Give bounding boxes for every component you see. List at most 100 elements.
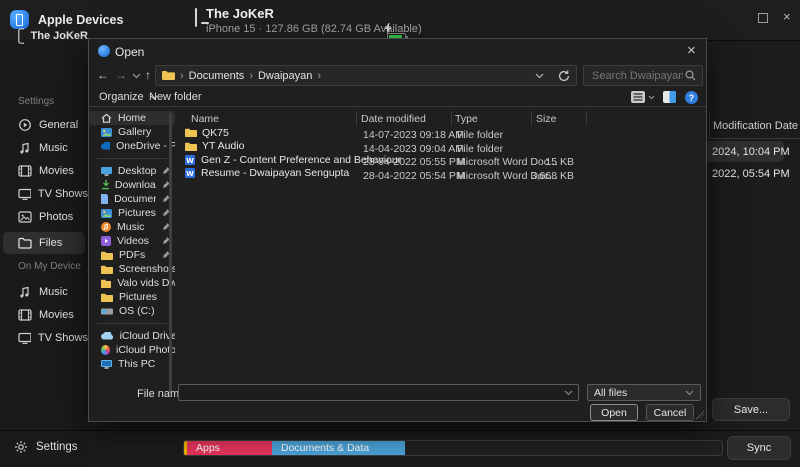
column-header-name[interactable]: Name	[191, 113, 219, 125]
downloads-icon	[101, 180, 109, 190]
breadcrumb-dwaipayan[interactable]: Dwaipayan	[258, 70, 312, 82]
search-icon	[685, 70, 696, 81]
place-item-desktop[interactable]: Desktop	[89, 164, 175, 178]
modification-date-column-header[interactable]: Modification Date	[713, 120, 798, 132]
forward-button[interactable]: →	[115, 68, 127, 82]
app-window: Apple Devices The JoKeR iPhone 15 · 127.…	[0, 0, 800, 467]
file-name: QK75	[202, 127, 229, 139]
place-item-valo-vids[interactable]: Valo vids Dwai	[89, 276, 175, 290]
sidebar-item-label: Music	[39, 286, 68, 298]
column-divider[interactable]	[586, 111, 587, 126]
column-divider[interactable]	[451, 111, 452, 126]
sidebar-item-label: General	[39, 119, 78, 131]
breadcrumb-separator: ›	[312, 70, 326, 82]
title-bar: Apple Devices The JoKeR iPhone 15 · 127.…	[0, 0, 800, 41]
place-item-this-pc[interactable]: This PC	[89, 357, 175, 371]
save-button[interactable]: Save...	[712, 398, 790, 421]
help-icon[interactable]: ?	[685, 91, 698, 104]
sidebar-item-label: Music	[39, 142, 68, 154]
column-header-size[interactable]: Size	[536, 113, 556, 125]
open-button[interactable]: Open	[590, 404, 638, 421]
place-item-home[interactable]: Home	[89, 111, 175, 125]
maximize-button[interactable]	[758, 13, 768, 23]
sidebar-item-photos[interactable]: Photos	[0, 206, 88, 228]
folder-icon	[101, 251, 113, 260]
breadcrumb-documents[interactable]: Documents	[189, 70, 245, 82]
place-item-music[interactable]: Music	[89, 220, 175, 234]
file-row-qk75[interactable]: QK75	[185, 126, 229, 140]
sidebar-item-music[interactable]: Music	[0, 137, 88, 159]
file-type-value: All files	[594, 387, 627, 399]
pictures-icon	[101, 209, 112, 218]
file-name-input[interactable]	[179, 387, 564, 399]
column-header-date-modified[interactable]: Date modified	[361, 113, 426, 125]
cancel-button[interactable]: Cancel	[646, 404, 694, 421]
place-item-videos[interactable]: Videos	[89, 234, 175, 248]
search-input[interactable]	[590, 69, 685, 83]
recent-locations-chevron-icon[interactable]	[132, 73, 141, 79]
file-row-yt-audio[interactable]: YT Audio	[185, 140, 244, 154]
view-dropdown-chevron-icon[interactable]	[648, 95, 655, 100]
sidebar-item-files[interactable]: Files	[3, 232, 85, 254]
icloud-photos-icon	[101, 345, 110, 355]
storage-segment-label: Documents & Data	[281, 442, 369, 454]
place-item-icloud-photos[interactable]: iCloud Photos	[89, 343, 175, 357]
refresh-icon[interactable]	[558, 70, 570, 82]
address-dropdown-chevron-icon[interactable]	[535, 73, 544, 79]
place-item-icloud-drive[interactable]: iCloud Drive	[89, 329, 175, 343]
file-name-dropdown-chevron-icon[interactable]	[564, 390, 573, 396]
tv-icon	[18, 332, 31, 344]
place-label: OneDrive - Persor	[116, 140, 175, 152]
tv-icon	[18, 188, 31, 200]
gear-icon[interactable]	[14, 440, 28, 457]
back-button[interactable]: ←	[97, 68, 109, 82]
preview-pane-icon[interactable]	[663, 91, 676, 103]
sidebar-device-item[interactable]: The JoKeR	[0, 25, 88, 47]
sidebar-item-label: Movies	[39, 165, 74, 177]
file-row-date: 2024, 10:04 PM	[712, 146, 790, 158]
sync-button[interactable]: Sync	[727, 436, 791, 460]
place-item-gallery[interactable]: Gallery	[89, 125, 175, 139]
places-scrollbar[interactable]	[169, 113, 172, 393]
sidebar-item-general[interactable]: General	[0, 114, 88, 136]
place-item-downloads[interactable]: Downloads	[89, 178, 175, 192]
icloud-icon	[101, 332, 114, 340]
sidebar-item-music-device[interactable]: Music	[0, 281, 88, 303]
column-divider[interactable]	[356, 111, 357, 126]
documents-icon	[101, 194, 108, 204]
section-header-settings: Settings	[18, 96, 54, 107]
storage-segment-label: Apps	[196, 442, 220, 454]
sidebar-item-tv-shows-device[interactable]: TV Shows	[0, 327, 88, 349]
sidebar-item-movies-device[interactable]: Movies	[0, 304, 88, 326]
search-box[interactable]	[583, 65, 703, 86]
svg-text:W: W	[186, 170, 194, 178]
file-row-resume[interactable]: W Resume - Dwaipayan Sengupta	[185, 167, 349, 181]
place-item-os-c[interactable]: OS (C:)	[89, 304, 175, 318]
place-item-documents[interactable]: Documents	[89, 192, 175, 206]
photo-icon	[18, 211, 32, 223]
address-bar[interactable]: › Documents › Dwaipayan ›	[155, 65, 577, 86]
place-item-pdfs[interactable]: PDFs	[89, 248, 175, 262]
file-type: File folder	[457, 143, 503, 155]
place-item-onedrive[interactable]: OneDrive - Persor	[89, 139, 175, 153]
column-header-type[interactable]: Type	[455, 113, 478, 125]
place-label: OS (C:)	[119, 305, 175, 317]
header-underline	[709, 138, 800, 139]
file-name-field[interactable]	[178, 384, 579, 401]
place-item-screenshots[interactable]: Screenshots	[89, 262, 175, 276]
settings-footer-button[interactable]: Settings	[36, 441, 78, 453]
save-button-label: Save...	[734, 404, 768, 416]
up-button[interactable]: ↑	[145, 68, 151, 82]
place-item-pictures-folder[interactable]: Pictures	[89, 290, 175, 304]
resize-grip[interactable]	[696, 411, 704, 419]
close-window-button[interactable]: ×	[783, 9, 791, 24]
file-type-dropdown[interactable]: All files	[587, 384, 701, 401]
file-date: 14-07-2023 09:18 AM	[363, 129, 464, 141]
details-view-icon[interactable]	[631, 91, 645, 103]
place-item-pictures[interactable]: Pictures	[89, 206, 175, 220]
dialog-close-icon[interactable]: ×	[687, 46, 696, 56]
column-divider[interactable]	[531, 111, 532, 126]
new-folder-button[interactable]: New folder	[149, 91, 202, 103]
sidebar-item-movies[interactable]: Movies	[0, 160, 88, 182]
sidebar-item-tv-shows[interactable]: TV Shows	[0, 183, 88, 205]
